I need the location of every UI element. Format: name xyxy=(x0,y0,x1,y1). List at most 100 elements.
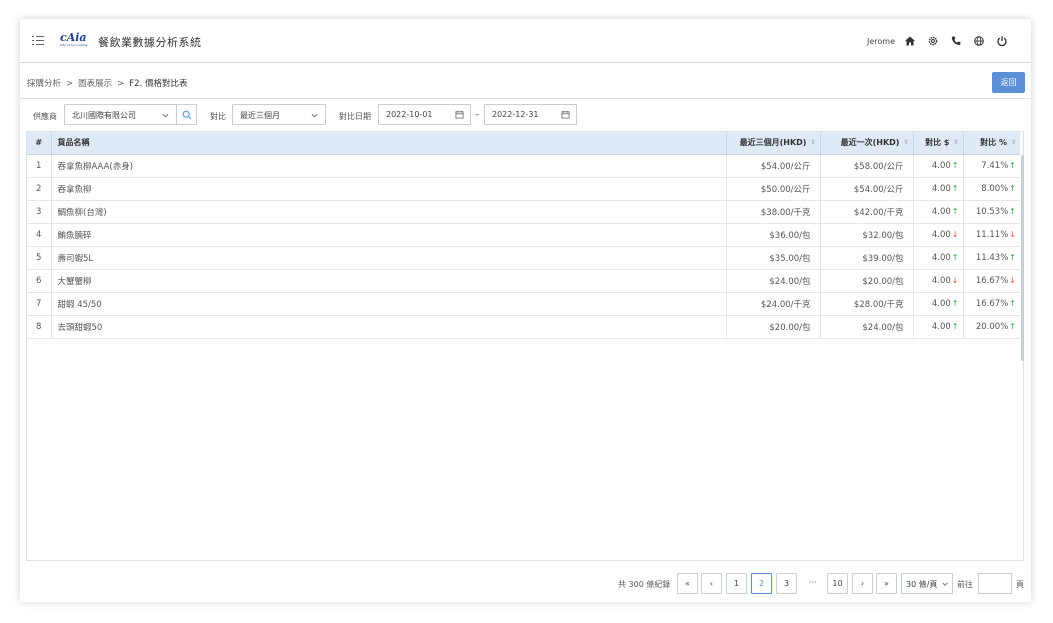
table-row[interactable]: 5 壽司蝦5L $35.00/包 $39.00/包 4.00↑ 11.43%↑ xyxy=(27,246,1020,270)
sort-icon[interactable]: ⇕ xyxy=(903,139,908,146)
item-name: 吞拿魚柳AAA(赤身) xyxy=(51,154,727,178)
avg-3m-price: $54.00/公斤 xyxy=(726,154,821,178)
column-header-index: # xyxy=(27,132,52,155)
search-button[interactable] xyxy=(176,104,197,125)
calendar-icon xyxy=(455,110,464,119)
calendar-icon xyxy=(561,110,570,119)
last-price: $24.00/包 xyxy=(820,315,914,339)
logo-text: cAia xyxy=(60,31,87,44)
date-separator: – xyxy=(475,110,480,120)
diff-amount: 4.00 xyxy=(931,252,951,263)
user-name[interactable]: Jerome xyxy=(867,37,895,46)
diff-pct: 10.53% xyxy=(975,206,1009,217)
column-header-item-name[interactable]: 貨品名稱 xyxy=(51,132,727,155)
table-row[interactable]: 7 甜蝦 45/50 $24.00/千克 $28.00/千克 4.00↑ 16.67%↑ xyxy=(27,292,1020,316)
column-header-avg-3m[interactable]: 最近三個月(HKD) ⇕ xyxy=(726,132,821,155)
diff-pct-cell: 16.67%↓ xyxy=(963,269,1020,293)
column-header-pct[interactable]: 對比 % ⇕ xyxy=(963,132,1020,155)
diff-pct: 7.41% xyxy=(981,160,1009,171)
last-page-button[interactable]: » xyxy=(876,573,897,594)
avg-3m-price: $38.00/千克 xyxy=(726,200,821,224)
item-name: 甜蝦 45/50 xyxy=(51,292,727,316)
supplier-select[interactable]: 北川國際有限公司 xyxy=(64,104,177,125)
page-button-2[interactable]: 2 xyxy=(751,573,772,594)
breadcrumb-separator: > xyxy=(66,79,74,89)
row-index: 7 xyxy=(27,292,52,316)
table-row[interactable]: 4 鮪魚腩碎 $36.00/包 $32.00/包 4.00↓ 11.11%↓ xyxy=(27,223,1020,247)
sort-icon[interactable]: ⇕ xyxy=(1011,139,1016,146)
back-button[interactable]: 返回 xyxy=(992,72,1025,93)
row-index: 3 xyxy=(27,200,52,224)
top-bar: cAia City of Accounting 餐飲業數據分析系統 Jerome xyxy=(20,19,1031,63)
globe-icon[interactable] xyxy=(973,35,985,47)
diff-amount: 4.00 xyxy=(931,298,951,309)
item-name: 壽司蝦5L xyxy=(51,246,727,270)
diff-pct: 16.67% xyxy=(975,298,1009,309)
phone-icon[interactable] xyxy=(950,35,962,47)
diff-amount: 4.00 xyxy=(931,275,951,286)
diff-amount-cell: 4.00↑ xyxy=(913,154,964,178)
page-button-3[interactable]: 3 xyxy=(776,573,797,594)
row-index: 4 xyxy=(27,223,52,247)
table-scrollbar[interactable] xyxy=(1021,155,1024,361)
arrow-up-icon: ↑ xyxy=(1009,252,1016,262)
arrow-up-icon: ↑ xyxy=(1009,160,1016,170)
menu-icon[interactable] xyxy=(32,35,44,45)
arrow-up-icon: ↑ xyxy=(951,183,959,193)
diff-amount-cell: 4.00↓ xyxy=(913,223,964,247)
diff-pct: 11.11% xyxy=(975,229,1009,240)
date-label: 對比日期 xyxy=(339,112,371,121)
item-name: 去頭甜蝦50 xyxy=(51,315,727,339)
chevron-down-icon xyxy=(942,582,948,586)
table-row[interactable]: 6 大蟹蟹柳 $24.00/包 $20.00/包 4.00↓ 16.67%↓ xyxy=(27,269,1020,293)
table-row[interactable]: 3 鯛魚柳(台灣) $38.00/千克 $42.00/千克 4.00↑ 10.53%↑ xyxy=(27,200,1020,224)
breadcrumb-item-procurement[interactable]: 採購分析 xyxy=(27,79,61,89)
arrow-up-icon: ↑ xyxy=(951,252,959,262)
total-records: 共 300 條紀錄 xyxy=(618,580,671,589)
date-from-value: 2022-10-01 xyxy=(386,110,433,119)
sort-icon[interactable]: ⇕ xyxy=(953,139,958,146)
goto-page-input[interactable] xyxy=(978,573,1012,594)
gear-icon[interactable] xyxy=(927,35,939,47)
avg-3m-price: $24.00/千克 xyxy=(726,292,821,316)
date-from-input[interactable]: 2022-10-01 xyxy=(378,104,471,125)
last-price: $32.00/包 xyxy=(820,223,914,247)
page-size-select[interactable]: 30 條/頁 xyxy=(901,573,953,594)
arrow-up-icon: ↑ xyxy=(951,160,959,170)
breadcrumb-item-charts[interactable]: 圖表展示 xyxy=(78,79,112,89)
date-to-value: 2022-12-31 xyxy=(492,110,539,119)
diff-amount: 4.00 xyxy=(931,229,951,240)
first-page-button[interactable]: « xyxy=(677,573,698,594)
pagination: 共 300 條紀錄 « ‹ 1 2 3 ··· 10 › » 30 條/頁 前往… xyxy=(20,572,1031,596)
row-index: 5 xyxy=(27,246,52,270)
table-row[interactable]: 1 吞拿魚柳AAA(赤身) $54.00/公斤 $58.00/公斤 4.00↑ 7.41%… xyxy=(27,154,1020,178)
column-header-diff[interactable]: 對比 $ ⇕ xyxy=(913,132,964,155)
last-price: $42.00/千克 xyxy=(820,200,914,224)
home-icon[interactable] xyxy=(904,35,916,47)
chevron-down-icon xyxy=(311,113,318,118)
breadcrumb-item-current: F2. 價格對比表 xyxy=(129,79,188,89)
table-row[interactable]: 2 吞拿魚柳 $50.00/公斤 $54.00/公斤 4.00↑ 8.00%↑ xyxy=(27,177,1020,201)
row-index: 6 xyxy=(27,269,52,293)
avg-3m-price: $24.00/包 xyxy=(726,269,821,293)
column-header-last[interactable]: 最近一次(HKD) ⇕ xyxy=(820,132,914,155)
avg-3m-price: $36.00/包 xyxy=(726,223,821,247)
power-icon[interactable] xyxy=(996,35,1008,47)
diff-amount-cell: 4.00↑ xyxy=(913,177,964,201)
date-to-input[interactable]: 2022-12-31 xyxy=(484,104,577,125)
page-button-last[interactable]: 10 xyxy=(827,573,848,594)
diff-amount-cell: 4.00↑ xyxy=(913,292,964,316)
next-page-button[interactable]: › xyxy=(852,573,873,594)
page-button-1[interactable]: 1 xyxy=(726,573,747,594)
table-row[interactable]: 8 去頭甜蝦50 $20.00/包 $24.00/包 4.00↑ 20.00%↑ xyxy=(27,315,1020,339)
diff-pct-cell: 16.67%↑ xyxy=(963,292,1020,316)
avg-3m-price: $50.00/公斤 xyxy=(726,177,821,201)
prev-page-button[interactable]: ‹ xyxy=(701,573,722,594)
compare-select[interactable]: 最近三個月 xyxy=(232,104,326,125)
diff-pct: 20.00% xyxy=(975,321,1009,332)
sort-icon[interactable]: ⇕ xyxy=(810,139,815,146)
diff-pct-cell: 11.43%↑ xyxy=(963,246,1020,270)
arrow-down-icon: ↓ xyxy=(1009,275,1016,285)
diff-pct-cell: 10.53%↑ xyxy=(963,200,1020,224)
arrow-up-icon: ↑ xyxy=(1009,183,1016,193)
